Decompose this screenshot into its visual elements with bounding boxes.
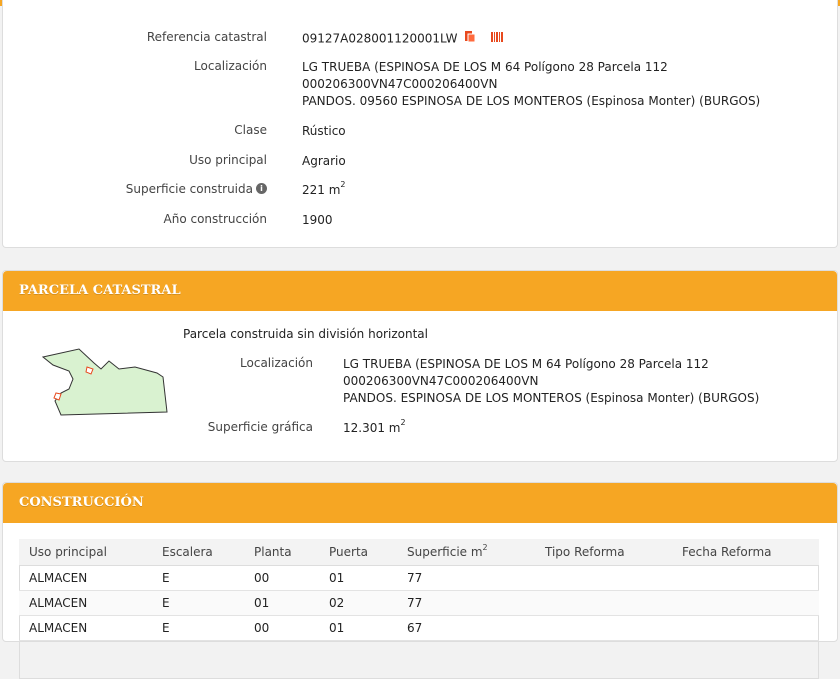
construccion-table: Uso principal Escalera Planta Puerta Sup… xyxy=(19,539,819,641)
cell-tipo-reforma xyxy=(535,615,672,641)
cell-escalera: E xyxy=(152,565,244,591)
parcela-localizacion-line-1: LG TRUEBA (ESPINOSA DE LOS M 64 Polígono… xyxy=(343,357,709,371)
table-row: ALMACEN E 01 02 77 xyxy=(19,590,819,616)
col-uso-principal[interactable]: Uso principal xyxy=(19,539,152,566)
cell-puerta: 01 xyxy=(319,615,397,641)
construccion-header: CONSTRUCCIÓN xyxy=(3,483,837,523)
parcela-localizacion-line-2: 000206300VN47C000206400VN xyxy=(343,374,539,388)
inmueble-panel: Referencia catastral 09127A028001120001L… xyxy=(2,0,838,248)
parcela-header: PARCELA CATASTRAL xyxy=(3,271,837,311)
cell-planta: 01 xyxy=(244,590,319,616)
col-escalera[interactable]: Escalera xyxy=(152,539,244,566)
info-circle-icon[interactable]: i xyxy=(256,183,267,194)
document-red-icon[interactable] xyxy=(463,30,476,48)
cell-escalera: E xyxy=(152,590,244,616)
parcela-localizacion-label: Localización xyxy=(240,356,313,370)
cell-escalera: E xyxy=(152,615,244,641)
uso-label: Uso principal xyxy=(189,153,267,167)
cell-tipo-reforma xyxy=(535,590,672,616)
localizacion-line-1: LG TRUEBA (ESPINOSA DE LOS M 64 Polígono… xyxy=(302,60,668,74)
anio-label: Año construcción xyxy=(163,212,268,226)
referencia-text: 09127A028001120001LW xyxy=(302,31,458,46)
cell-superficie: 77 xyxy=(397,565,535,591)
parcela-panel: PARCELA CATASTRAL Parcela construida sin… xyxy=(2,270,838,462)
clase-label: Clase xyxy=(234,123,267,137)
parcela-superficie-value: 12.301 m2 xyxy=(343,418,406,437)
construccion-panel: CONSTRUCCIÓN Uso principal Escalera Plan… xyxy=(2,482,838,679)
superficie-label: Superficie construida xyxy=(125,182,253,196)
parcela-superficie-unit-exp: 2 xyxy=(400,418,406,427)
barcode-red-icon[interactable] xyxy=(490,31,504,48)
referencia-value: 09127A028001120001LW xyxy=(302,30,504,48)
superficie-unit-exp: 2 xyxy=(340,180,346,189)
localizacion-line-2: 000206300VN47C000206400VN xyxy=(302,77,498,91)
cell-uso: ALMACEN xyxy=(19,590,152,616)
cell-fecha-reforma xyxy=(672,615,819,641)
cell-puerta: 02 xyxy=(319,590,397,616)
cell-superficie: 67 xyxy=(397,615,535,641)
col-fecha-reforma[interactable]: Fecha Reforma xyxy=(672,539,819,566)
localizacion-line-3: PANDOS. 09560 ESPINOSA DE LOS MONTEROS (… xyxy=(302,94,761,108)
cell-uso: ALMACEN xyxy=(19,615,152,641)
parcel-map-thumbnail[interactable] xyxy=(39,347,179,417)
cell-planta: 00 xyxy=(244,615,319,641)
col-superficie-exp: 2 xyxy=(482,543,488,552)
table-row: ALMACEN E 00 01 67 xyxy=(19,615,819,641)
parcela-tipo: Parcela construida sin división horizont… xyxy=(183,327,428,341)
cell-superficie: 77 xyxy=(397,590,535,616)
cell-planta: 00 xyxy=(244,565,319,591)
parcela-superficie-number: 12.301 m xyxy=(343,421,401,435)
cell-tipo-reforma xyxy=(535,565,672,591)
parcela-superficie-label: Superficie gráfica xyxy=(207,420,313,434)
col-planta[interactable]: Planta xyxy=(244,539,319,566)
parcela-localizacion-value: LG TRUEBA (ESPINOSA DE LOS M 64 Polígono… xyxy=(343,356,759,407)
col-puerta[interactable]: Puerta xyxy=(319,539,397,566)
parcela-localizacion-line-3: PANDOS. ESPINOSA DE LOS MONTEROS (Espino… xyxy=(343,391,760,405)
superficie-label-wrap: Superficie construida i xyxy=(126,182,267,196)
localizacion-label: Localización xyxy=(194,59,267,73)
localizacion-value: LG TRUEBA (ESPINOSA DE LOS M 64 Polígono… xyxy=(302,59,760,110)
cell-puerta: 01 xyxy=(319,565,397,591)
col-tipo-reforma[interactable]: Tipo Reforma xyxy=(535,539,672,566)
superficie-value: 221 m2 xyxy=(302,180,346,199)
table-row: ALMACEN E 00 01 77 xyxy=(19,565,819,591)
anio-value: 1900 xyxy=(302,213,333,227)
cell-uso: ALMACEN xyxy=(19,565,152,591)
clase-value: Rústico xyxy=(302,124,346,138)
col-superficie[interactable]: Superficie m2 xyxy=(397,539,535,566)
col-superficie-label: Superficie m xyxy=(407,545,483,559)
cell-fecha-reforma xyxy=(672,565,819,591)
referencia-label: Referencia catastral xyxy=(146,30,267,44)
uso-value: Agrario xyxy=(302,154,346,168)
superficie-number: 221 m xyxy=(302,183,341,197)
cell-fecha-reforma xyxy=(672,590,819,616)
construccion-header-row: Uso principal Escalera Planta Puerta Sup… xyxy=(19,539,819,566)
